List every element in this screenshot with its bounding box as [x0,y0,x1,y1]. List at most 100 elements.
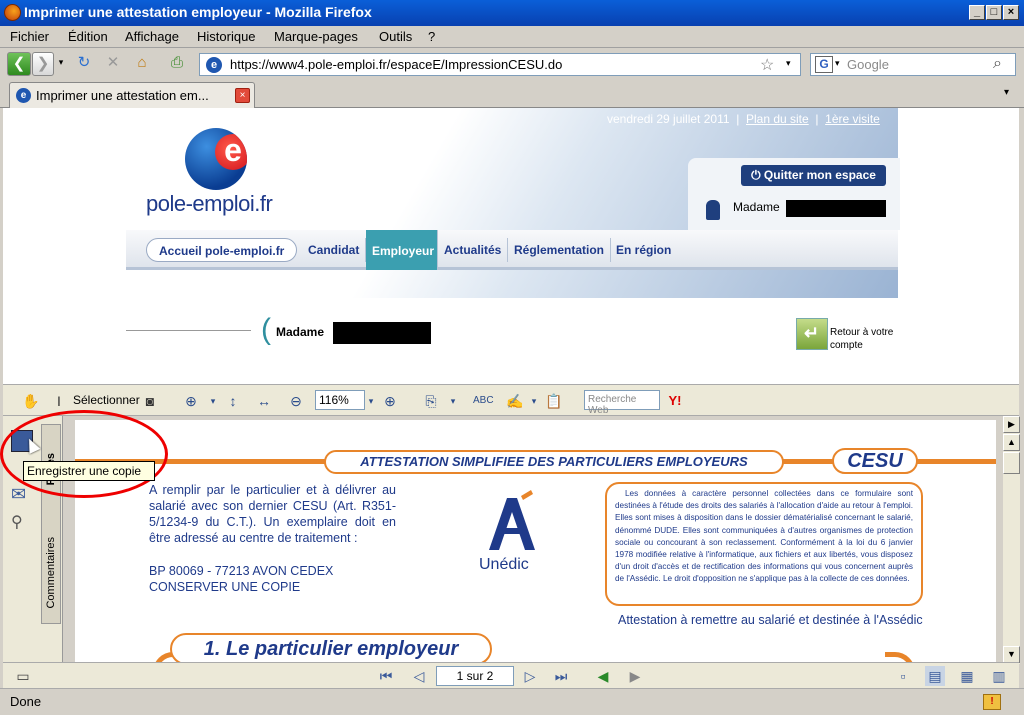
section-1-title: 1. Le particulier employeur [170,633,492,662]
zoom-dropdown-icon[interactable]: ▾ [361,391,381,411]
address-block: BP 80069 - 77213 AVON CEDEX CONSERVER UN… [149,563,333,595]
clipboard-icon[interactable]: 📋 [544,391,564,411]
close-window-button[interactable]: × [1003,5,1019,20]
rotate-dropdown-icon[interactable]: ▾ [443,391,463,411]
zoom-in-icon[interactable]: ⊕ [380,391,400,411]
nav-en-region[interactable]: En région [610,238,677,262]
yahoo-icon[interactable]: Y! [665,391,685,411]
pdf-document: ATTESTATION SIMPLIFIEE DES PARTICULIERS … [75,420,996,662]
address-line-1: BP 80069 - 77213 AVON CEDEX [149,564,334,578]
fit-page-icon[interactable]: ↕ [223,391,243,411]
single-page-icon[interactable]: ▫ [893,666,913,686]
search-bar[interactable]: G ▾ Google ⌕ [810,53,1016,76]
url-text: https://www4.pole-emploi.fr/espaceE/Impr… [230,57,563,72]
sign-icon[interactable]: ✍ [505,391,525,411]
first-visit-link[interactable]: 1ère visite [825,112,880,126]
page-number-input[interactable]: 1 sur 2 [436,666,514,686]
zoom-out-icon[interactable]: ⊖ [286,391,306,411]
logo-text[interactable]: pole-emploi.fr [146,191,273,217]
menu-edition[interactable]: Édition [68,29,108,44]
continuous-facing-icon[interactable]: ▥ [989,666,1009,686]
menu-marque-pages[interactable]: Marque-pages [274,29,358,44]
prev-page-icon[interactable]: ◁ [409,666,429,686]
back-button[interactable]: ❮ [7,52,31,76]
fit-width-icon[interactable]: ↔ [254,391,274,411]
pdf-toolbar: ✋ I Sélectionner ◙ ⊕ ▾ ↕ ↔ ⊖ 116% ▾ ⊕ ⎘ … [3,384,1019,416]
stop-icon[interactable]: ✕ [102,52,124,76]
scroll-thumb[interactable] [1003,452,1020,474]
menu-outils[interactable]: Outils [379,29,412,44]
minimize-button[interactable]: _ [969,5,985,20]
first-page-icon[interactable]: ⏮ [376,666,396,686]
bracket-decoration: ( [261,313,271,346]
spellcheck-icon[interactable]: ABC [473,391,494,411]
vertical-scrollbar[interactable]: ▶ ▲ ▼ [1003,416,1020,664]
nav-reglementation[interactable]: Réglementation [508,238,612,262]
scroll-down-icon[interactable]: ▼ [1003,646,1020,663]
search-binoculars-icon[interactable]: ⚲ [11,512,33,534]
return-arrow-icon[interactable]: ↵ [796,318,828,350]
tooltip: Enregistrer une copie [23,461,155,481]
hand-tool-icon[interactable]: ✋ [21,391,41,411]
user-name: Madame [733,200,780,214]
popup-blocked-icon[interactable]: ! [983,694,1001,710]
quit-space-button[interactable]: ⏻ Quitter mon espace [741,165,886,186]
nav-candidat[interactable]: Candidat [302,238,367,262]
search-engine-icon[interactable]: G [815,56,833,73]
zoom-input[interactable]: 116% [315,390,365,410]
nav-accueil[interactable]: Accueil pole-emploi.fr [146,238,298,262]
return-account-link[interactable]: Retour à votre compte [830,326,900,352]
scroll-page-up-icon[interactable]: ▶ [1003,416,1020,433]
previous-view-icon[interactable]: ◀ [593,666,613,686]
next-view-icon[interactable]: ▶ [625,666,645,686]
tab-comments[interactable]: Commentaires [45,537,57,609]
reload-icon[interactable]: ↻ [73,52,95,76]
url-dropdown-icon[interactable]: ▾ [786,58,791,69]
nav-employeur[interactable]: Employeur [366,230,438,270]
user-panel: ⏻ Quitter mon espace Madame [688,158,900,230]
sidebar-toggle-icon[interactable]: ▭ [13,666,33,686]
snapshot-icon[interactable]: ◙ [140,391,160,411]
rotate-pages-icon[interactable]: ⎘ [421,391,441,411]
next-page-icon[interactable]: ▷ [520,666,540,686]
tab-list-dropdown-icon[interactable]: ▾ [1004,87,1009,98]
forward-button[interactable]: ❯ [32,52,54,76]
print-icon[interactable]: ⎙ [166,52,188,76]
search-magnifier-icon[interactable]: ⌕ [993,55,1002,73]
history-dropdown-icon[interactable]: ▾ [55,52,67,76]
tab-close-icon[interactable]: × [235,88,250,103]
quit-label: Quitter mon espace [763,168,876,182]
section-frame-right [885,652,915,662]
site-nav-menu: Accueil pole-emploi.fr Candidat Employeu… [126,230,898,270]
menu-help[interactable]: ? [428,29,435,44]
maximize-button[interactable]: □ [986,5,1002,20]
sitemap-link[interactable]: Plan du site [746,112,809,126]
pole-emploi-logo-icon[interactable]: e [185,128,247,190]
firefox-icon [4,4,21,21]
address-line-2: CONSERVER UNE COPIE [149,580,301,594]
unedic-text: Unédic [479,556,529,573]
tab-current[interactable]: e Imprimer une attestation em... × [9,82,255,108]
facing-pages-icon[interactable]: ▦ [957,666,977,686]
search-engine-dropdown-icon[interactable]: ▾ [835,58,840,69]
unedic-logo-icon [489,490,535,550]
last-page-icon[interactable]: ⏭ [551,666,571,686]
url-bar[interactable]: e https://www4.pole-emploi.fr/espaceE/Im… [199,53,801,76]
select-tool-icon[interactable]: I [49,391,69,411]
tab-strip: e Imprimer une attestation em... × ▾ [0,80,1024,108]
continuous-page-icon[interactable]: ▤ [925,666,945,686]
web-search-input[interactable]: Recherche Web [584,390,660,416]
nav-actualites[interactable]: Actualités [438,238,509,262]
zoom-tool-dropdown-icon[interactable]: ▾ [203,391,223,411]
home-icon[interactable]: ⌂ [131,52,153,76]
attestation-note: Attestation à remettre au salarié et des… [618,613,923,627]
menu-fichier[interactable]: Fichier [10,29,49,44]
scroll-up-icon[interactable]: ▲ [1003,434,1020,451]
sign-dropdown-icon[interactable]: ▾ [524,391,544,411]
bookmark-star-icon[interactable]: ☆ [760,55,774,75]
menu-affichage[interactable]: Affichage [125,29,179,44]
menu-historique[interactable]: Historique [197,29,256,44]
navigation-toolbar: ❮ ❯ ▾ ↻ ✕ ⌂ ⎙ e https://www4.pole-emploi… [0,48,1024,80]
zoom-in-tool-icon[interactable]: ⊕ [181,391,201,411]
select-tool-label[interactable]: Sélectionner [73,393,140,407]
